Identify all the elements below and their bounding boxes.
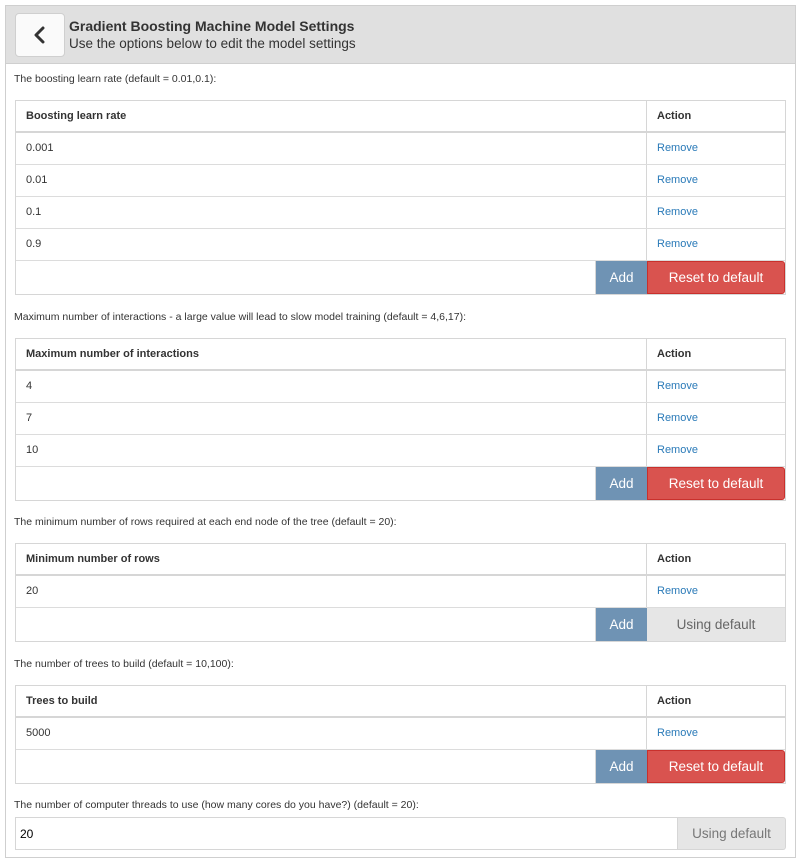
table-row: 0.01 Remove	[16, 165, 785, 197]
add-button[interactable]: Add	[596, 261, 647, 294]
table-row: 0.9 Remove	[16, 229, 785, 261]
trees-table: Trees to build Action 5000 Remove Add Re…	[15, 685, 786, 784]
add-button[interactable]: Add	[596, 467, 647, 500]
remove-link[interactable]: Remove	[647, 576, 785, 607]
row-value: 0.001	[16, 133, 647, 164]
threads-input[interactable]	[15, 817, 678, 850]
remove-link[interactable]: Remove	[647, 371, 785, 402]
add-row: Add Reset to default	[16, 261, 785, 294]
table-header: Maximum number of interactions Action	[16, 339, 785, 371]
table-row: 4 Remove	[16, 371, 785, 403]
trees-label: The number of trees to build (default = …	[14, 658, 234, 670]
remove-link[interactable]: Remove	[647, 718, 785, 749]
table-row: 10 Remove	[16, 435, 785, 467]
column-header-value: Boosting learn rate	[16, 101, 647, 131]
remove-link[interactable]: Remove	[647, 197, 785, 228]
table-row: 5000 Remove	[16, 718, 785, 750]
table-header: Trees to build Action	[16, 686, 785, 718]
table-header: Minimum number of rows Action	[16, 544, 785, 576]
column-header-value: Trees to build	[16, 686, 647, 716]
column-header-action: Action	[657, 348, 692, 360]
table-header: Boosting learn rate Action	[16, 101, 785, 133]
remove-link[interactable]: Remove	[647, 229, 785, 260]
remove-link[interactable]: Remove	[647, 435, 785, 466]
column-header-value: Minimum number of rows	[16, 544, 647, 574]
using-default-button[interactable]: Using default	[678, 817, 786, 850]
add-row: Add Reset to default	[16, 467, 785, 500]
interactions-table: Maximum number of interactions Action 4 …	[15, 338, 786, 501]
column-header-action: Action	[657, 553, 692, 565]
reset-to-default-button[interactable]: Reset to default	[647, 750, 785, 783]
row-value: 0.01	[16, 165, 647, 196]
learn-rate-label: The boosting learn rate (default = 0.01,…	[14, 73, 217, 85]
table-row: 7 Remove	[16, 403, 785, 435]
table-row: 0.1 Remove	[16, 197, 785, 229]
threads-label: The number of computer threads to use (h…	[14, 799, 419, 811]
min-rows-table: Minimum number of rows Action 20 Remove …	[15, 543, 786, 642]
remove-link[interactable]: Remove	[647, 403, 785, 434]
add-row: Add Using default	[16, 608, 785, 641]
interactions-input[interactable]	[16, 467, 596, 500]
settings-panel: Gradient Boosting Machine Model Settings…	[5, 5, 796, 858]
page-header: Gradient Boosting Machine Model Settings…	[6, 6, 795, 64]
row-value: 4	[16, 371, 647, 402]
chevron-left-icon	[34, 26, 45, 44]
add-row: Add Reset to default	[16, 750, 785, 783]
row-value: 20	[16, 576, 647, 607]
back-button[interactable]	[15, 13, 65, 57]
min-rows-label: The minimum number of rows required at e…	[14, 516, 397, 528]
table-row: 20 Remove	[16, 576, 785, 608]
min-rows-input[interactable]	[16, 608, 596, 641]
remove-link[interactable]: Remove	[647, 133, 785, 164]
page-title: Gradient Boosting Machine Model Settings	[69, 18, 355, 34]
learn-rate-table: Boosting learn rate Action 0.001 Remove …	[15, 100, 786, 295]
learn-rate-input[interactable]	[16, 261, 596, 294]
using-default-button[interactable]: Using default	[647, 608, 785, 641]
reset-to-default-button[interactable]: Reset to default	[647, 261, 785, 294]
table-row: 0.001 Remove	[16, 133, 785, 165]
row-value: 0.1	[16, 197, 647, 228]
row-value: 10	[16, 435, 647, 466]
row-value: 5000	[16, 718, 647, 749]
threads-row: Using default	[15, 817, 786, 850]
interactions-label: Maximum number of interactions - a large…	[14, 311, 467, 323]
column-header-action: Action	[657, 110, 692, 122]
column-header-action: Action	[657, 695, 692, 707]
page-subtitle: Use the options below to edit the model …	[69, 36, 356, 51]
add-button[interactable]: Add	[596, 608, 647, 641]
row-value: 7	[16, 403, 647, 434]
row-value: 0.9	[16, 229, 647, 260]
remove-link[interactable]: Remove	[647, 165, 785, 196]
trees-input[interactable]	[16, 750, 596, 783]
add-button[interactable]: Add	[596, 750, 647, 783]
column-header-value: Maximum number of interactions	[16, 339, 647, 369]
reset-to-default-button[interactable]: Reset to default	[647, 467, 785, 500]
